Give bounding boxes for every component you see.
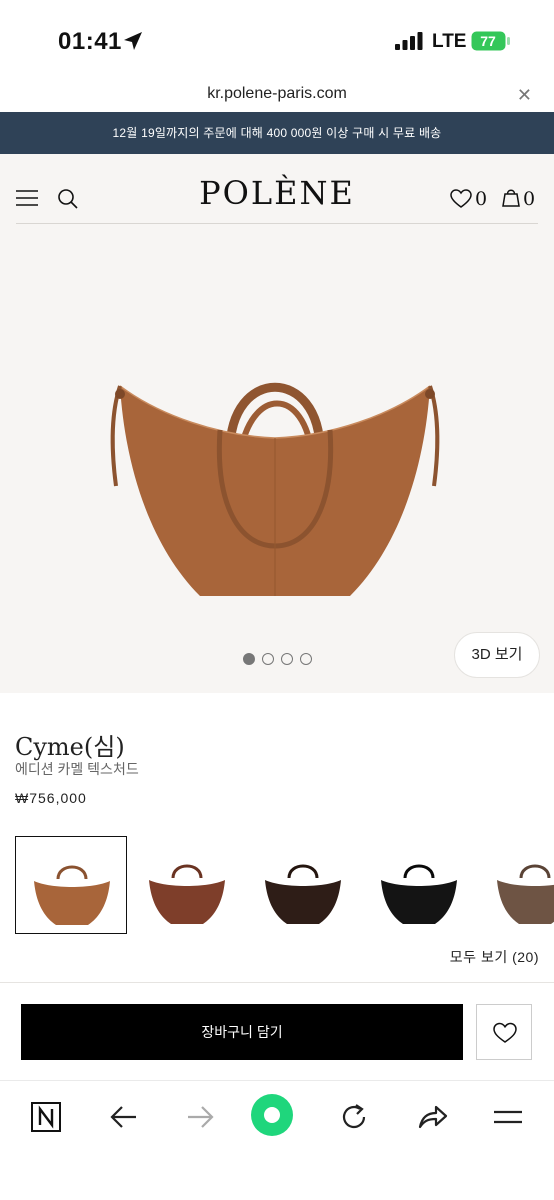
swatch-cognac[interactable]	[131, 836, 243, 934]
section-divider	[0, 982, 554, 983]
swatch-dark-brown[interactable]	[247, 836, 359, 934]
wishlist-count[interactable]: 0	[475, 188, 487, 210]
swatch-black[interactable]	[363, 836, 475, 934]
status-bar: 01:41 LTE 77	[0, 0, 554, 82]
back-arrow-icon[interactable]	[102, 1099, 146, 1135]
share-icon[interactable]	[410, 1099, 454, 1135]
product-gallery[interactable]: 3D 보기	[0, 226, 554, 693]
carousel-dot[interactable]	[262, 653, 274, 665]
swatch-camel[interactable]	[15, 836, 127, 934]
shopping-bag-icon[interactable]	[500, 186, 522, 208]
carousel-dot[interactable]	[281, 653, 293, 665]
location-arrow-icon	[124, 32, 142, 50]
status-time: 01:41	[58, 28, 122, 55]
naver-n-icon[interactable]	[24, 1099, 68, 1135]
product-image[interactable]	[100, 346, 450, 606]
view-3d-button[interactable]: 3D 보기	[454, 632, 540, 678]
signal-icon	[395, 32, 423, 50]
see-all-colors-link[interactable]: 모두 보기 (20)	[450, 947, 539, 967]
reload-icon[interactable]	[332, 1099, 376, 1135]
carousel-dot[interactable]	[300, 653, 312, 665]
forward-arrow-icon[interactable]	[178, 1099, 222, 1135]
heart-icon[interactable]	[450, 188, 472, 210]
product-color: 에디션 카멜 텍스처드	[15, 761, 139, 777]
home-green-icon[interactable]	[250, 1093, 302, 1141]
add-to-cart-button[interactable]: 장바구니 담기	[21, 1004, 463, 1060]
promo-banner: 12월 19일까지의 주문에 대해 400 000원 이상 구매 시 무료 배송	[0, 112, 554, 154]
product-name: Cyme(심)	[15, 733, 125, 761]
battery-level: 77	[480, 33, 496, 49]
wishlist-button[interactable]	[476, 1004, 532, 1060]
header-divider	[16, 223, 538, 224]
close-icon[interactable]: ✕	[517, 85, 532, 106]
swatch-taupe[interactable]	[479, 836, 554, 934]
color-swatch-list	[15, 836, 554, 936]
url-text[interactable]: kr.polene-paris.com	[0, 85, 554, 103]
carousel-dots[interactable]	[243, 653, 313, 665]
cart-count[interactable]: 0	[523, 188, 535, 210]
site-header: POLÈNE 0 0	[0, 154, 554, 226]
battery-icon: 77	[471, 31, 510, 51]
url-bar[interactable]: kr.polene-paris.com ✕	[0, 82, 554, 112]
browser-toolbar	[0, 1081, 554, 1200]
menu-icon[interactable]	[486, 1099, 530, 1135]
network-label: LTE	[432, 31, 467, 52]
product-price: ₩756,000	[15, 790, 87, 806]
heart-icon	[493, 1022, 517, 1043]
carousel-dot[interactable]	[243, 653, 255, 665]
